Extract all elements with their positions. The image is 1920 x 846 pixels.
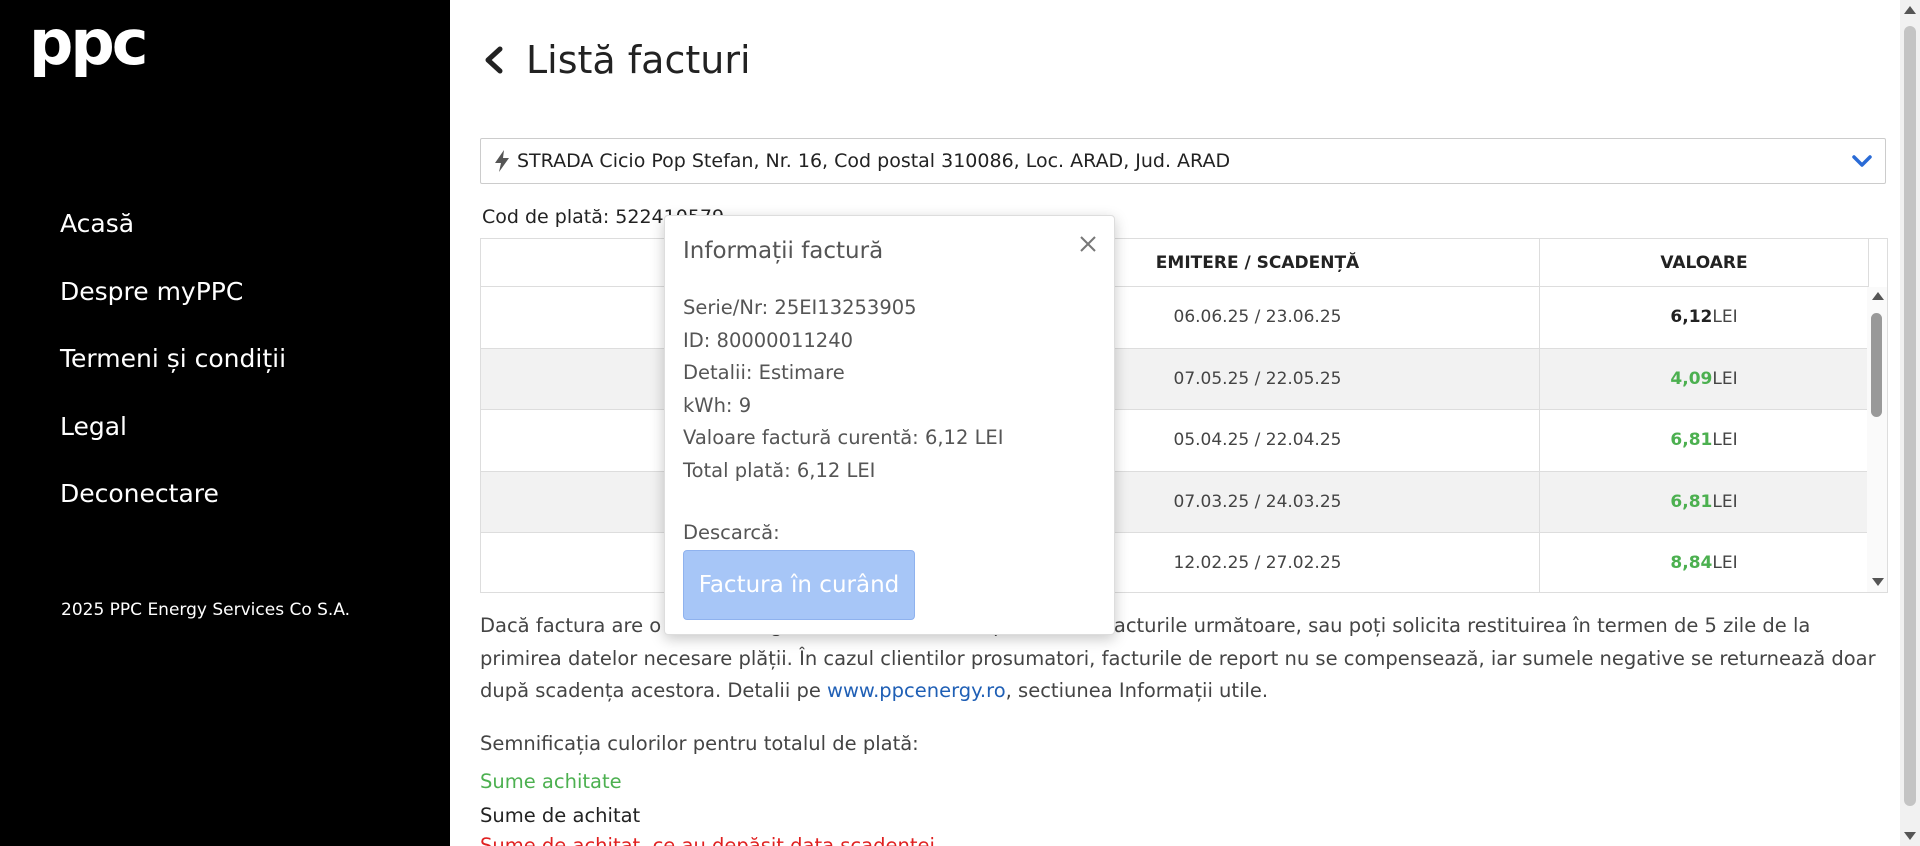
page-scrollbar[interactable] xyxy=(1900,0,1920,846)
page-scroll-up-icon[interactable] xyxy=(1904,6,1916,14)
sidebar-nav: Acasă Despre myPPC Termeni și condiții L… xyxy=(60,200,286,538)
invoice-info-modal: Informații factură Serie/Nr: 25EI1325390… xyxy=(664,215,1115,635)
legend-due: Sume de achitat xyxy=(480,804,641,827)
cell-amount: 8,84LEI xyxy=(1540,533,1869,592)
scroll-up-arrow-icon[interactable] xyxy=(1872,292,1884,300)
amount-currency: LEI xyxy=(1712,368,1738,389)
modal-line-id: ID: 80000011240 xyxy=(683,328,854,352)
amount-value: 6,12 xyxy=(1670,307,1713,328)
modal-line-details: Detalii: Estimare xyxy=(683,361,845,384)
sidebar-item-legal[interactable]: Legal xyxy=(60,403,286,471)
amount-value: 4,09 xyxy=(1670,368,1713,389)
amount-value: 6,81 xyxy=(1670,430,1713,451)
modal-details: Serie/Nr: 25EI13253905 ID: 80000011240 D… xyxy=(683,292,1004,487)
amount-value: 6,81 xyxy=(1670,491,1713,512)
download-label: Descarcă: xyxy=(683,521,780,544)
page-scroll-down-icon[interactable] xyxy=(1904,832,1916,840)
legend-overdue: Sume de achitat, ce au depășit data scad… xyxy=(480,834,935,846)
sidebar: ppc Acasă Despre myPPC Termeni și condiț… xyxy=(0,0,450,846)
header-value: VALOARE xyxy=(1540,239,1869,286)
cell-amount: 6,81LEI xyxy=(1540,471,1869,532)
cell-amount: 6,81LEI xyxy=(1540,410,1869,471)
modal-line-serie: Serie/Nr: 25EI13253905 xyxy=(683,296,917,319)
amount-currency: LEI xyxy=(1712,491,1738,512)
legend-title: Semnificația culorilor pentru totalul de… xyxy=(480,732,919,755)
amount-currency: LEI xyxy=(1712,553,1738,574)
scroll-down-arrow-icon[interactable] xyxy=(1872,578,1884,586)
cell-amount: 6,12LEI xyxy=(1540,287,1869,348)
address-value: STRADA Cicio Pop Stefan, Nr. 16, Cod pos… xyxy=(517,150,1231,172)
modal-line-kwh: kWh: 9 xyxy=(683,393,752,417)
legend-paid: Sume achitate xyxy=(480,770,622,793)
amount-value: 8,84 xyxy=(1670,553,1713,574)
ppc-logo[interactable]: ppc xyxy=(29,12,149,74)
scroll-thumb[interactable] xyxy=(1871,313,1882,417)
ppcenergy-link[interactable]: www.ppcenergy.ro xyxy=(827,679,1006,702)
copyright-text: 2025 PPC Energy Services Co S.A. xyxy=(61,600,351,620)
page-title: Listă facturi xyxy=(526,38,751,82)
close-icon[interactable] xyxy=(1078,234,1098,254)
download-invoice-button[interactable]: Factura în curând xyxy=(683,550,915,620)
modal-title: Informații factură xyxy=(683,238,884,264)
modal-line-current-value: Valoare factură curentă: 6,12 LEI xyxy=(683,426,1004,449)
sidebar-item-termeni[interactable]: Termeni și condiții xyxy=(60,335,286,403)
sidebar-item-acasa[interactable]: Acasă xyxy=(60,200,286,268)
info-text-part2: , sectiunea Informații utile. xyxy=(1005,679,1269,702)
page-scroll-thumb[interactable] xyxy=(1904,26,1916,806)
sidebar-item-deconectare[interactable]: Deconectare xyxy=(60,470,286,538)
page-header: Listă facturi xyxy=(480,38,751,82)
lightning-icon xyxy=(495,150,509,172)
table-scrollbar[interactable] xyxy=(1867,287,1887,592)
cell-amount: 4,09LEI xyxy=(1540,348,1869,409)
address-select[interactable]: STRADA Cicio Pop Stefan, Nr. 16, Cod pos… xyxy=(480,138,1886,184)
chevron-down-icon[interactable] xyxy=(1851,153,1873,169)
back-arrow-icon[interactable] xyxy=(480,45,508,75)
sidebar-item-despre[interactable]: Despre myPPC xyxy=(60,268,286,336)
amount-currency: LEI xyxy=(1712,307,1738,328)
amount-currency: LEI xyxy=(1712,430,1738,451)
modal-line-total: Total plată: 6,12 LEI xyxy=(683,458,876,482)
